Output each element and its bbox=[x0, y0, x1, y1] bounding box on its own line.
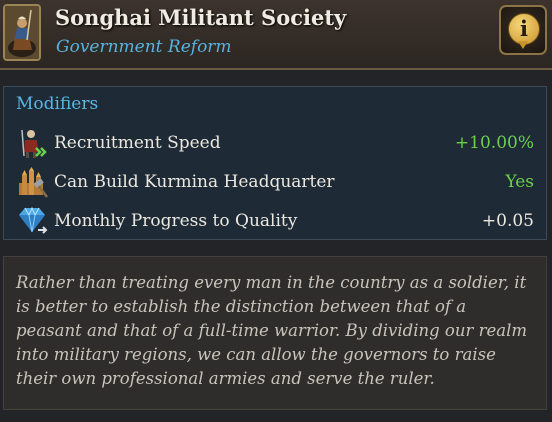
reform-title: Songhai Militant Society bbox=[55, 5, 347, 30]
modifier-row: Can Build Kurmina Headquarter Yes bbox=[4, 166, 546, 200]
modifier-value: +10.00% bbox=[454, 133, 534, 153]
modifier-label: Recruitment Speed bbox=[54, 133, 221, 153]
diamond-quality-icon bbox=[16, 206, 50, 238]
modifier-label: Can Build Kurmina Headquarter bbox=[54, 172, 335, 192]
modifiers-panel: Modifiers Recruitment Speed +10.00% Can … bbox=[3, 86, 547, 240]
modifiers-heading: Modifiers bbox=[16, 94, 99, 114]
modifier-row: Monthly Progress to Quality +0.05 bbox=[4, 205, 546, 239]
recruit-soldier-icon bbox=[16, 128, 50, 160]
modifier-value: +0.05 bbox=[481, 211, 534, 231]
building-hammer-icon bbox=[16, 167, 50, 199]
modifier-row: Recruitment Speed +10.00% bbox=[4, 127, 546, 161]
reform-description: Rather than treating every man in the co… bbox=[3, 256, 547, 410]
info-button[interactable]: i bbox=[499, 5, 547, 55]
reform-subtitle: Government Reform bbox=[56, 37, 232, 57]
modifier-label: Monthly Progress to Quality bbox=[54, 211, 298, 231]
government-reform-tooltip: Songhai Militant Society Government Refo… bbox=[0, 0, 552, 422]
tooltip-header: Songhai Militant Society Government Refo… bbox=[0, 0, 552, 70]
mounted-warrior-icon bbox=[3, 4, 41, 61]
modifier-value: Yes bbox=[505, 172, 534, 192]
